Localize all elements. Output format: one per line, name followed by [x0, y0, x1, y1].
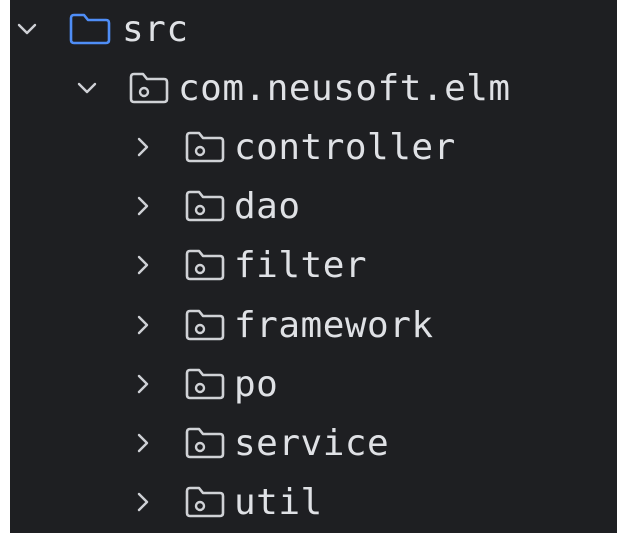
tree-node-label: dao	[234, 185, 301, 227]
chevron-right-icon[interactable]	[130, 430, 156, 456]
tree-node-label: controller	[234, 126, 456, 168]
tree-node-label: src	[122, 8, 189, 50]
package-folder-icon	[184, 189, 226, 223]
tree-node-po[interactable]: po	[10, 355, 617, 413]
chevron-right-icon[interactable]	[130, 489, 156, 515]
package-folder-icon	[184, 248, 226, 282]
chevron-down-icon[interactable]	[14, 16, 40, 42]
chevron-right-icon[interactable]	[130, 312, 156, 338]
tree-node-dao[interactable]: dao	[10, 177, 617, 235]
tree-node-label: framework	[234, 304, 434, 346]
chevron-right-icon[interactable]	[130, 371, 156, 397]
source-folder-icon	[68, 12, 112, 46]
package-folder-icon	[184, 367, 226, 401]
tree-node-label: filter	[234, 244, 368, 286]
chevron-right-icon[interactable]	[130, 252, 156, 278]
tree-node-filter[interactable]: filter	[10, 236, 617, 294]
chevron-right-icon[interactable]	[130, 134, 156, 160]
package-folder-icon	[184, 308, 226, 342]
package-folder-icon	[184, 130, 226, 164]
tree-node-label: service	[234, 422, 390, 464]
project-tree-panel: src com.neusoft.elm controller dao filte…	[10, 0, 617, 533]
tree-node-label: com.neusoft.elm	[178, 67, 511, 109]
package-folder-icon	[128, 71, 170, 105]
tree-node-util[interactable]: util	[10, 473, 617, 531]
tree-node-label: util	[234, 481, 323, 523]
package-folder-icon	[184, 485, 226, 519]
tree-node-framework[interactable]: framework	[10, 296, 617, 354]
tree-node-service[interactable]: service	[10, 414, 617, 472]
tree-node-src[interactable]: src	[10, 0, 617, 58]
package-folder-icon	[184, 426, 226, 460]
tree-node-controller[interactable]: controller	[10, 118, 617, 176]
chevron-down-icon[interactable]	[74, 75, 100, 101]
tree-node-label: po	[234, 363, 279, 405]
chevron-right-icon[interactable]	[130, 193, 156, 219]
tree-node-package[interactable]: com.neusoft.elm	[10, 59, 617, 117]
